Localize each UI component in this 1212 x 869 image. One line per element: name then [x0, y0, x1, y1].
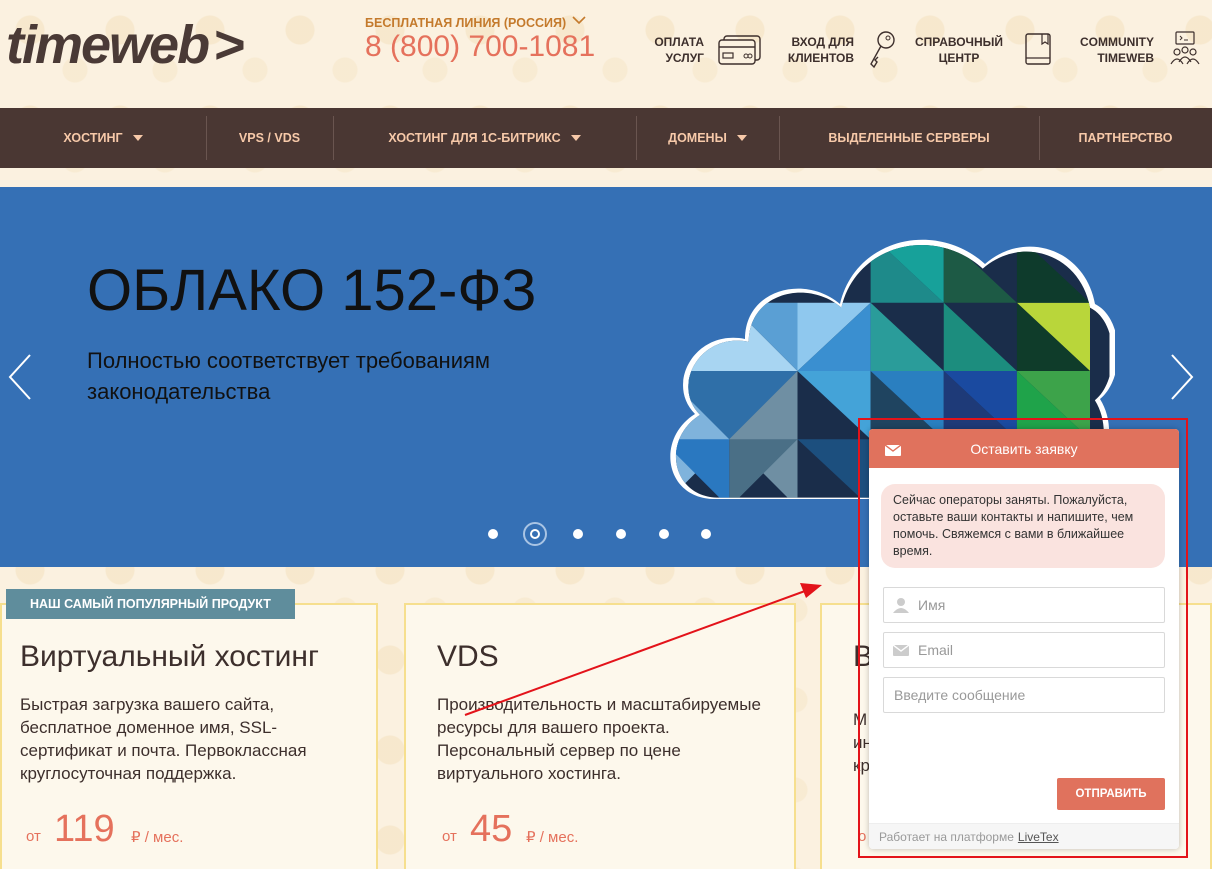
user-icon [884, 597, 918, 613]
name-field[interactable]: Имя [883, 587, 1165, 623]
header-link-community[interactable]: COMMUNITY TIMEWEB [1066, 34, 1154, 66]
price-value: 119 [54, 808, 115, 850]
community-icon[interactable] [1168, 30, 1202, 75]
price-unit: ₽ / мес. [526, 829, 579, 846]
slider-dot-active[interactable] [523, 522, 547, 546]
header-link-payment[interactable]: ОПЛАТА УСЛУГ [638, 34, 704, 66]
chat-title: Оставить заявку [970, 440, 1078, 457]
card-description: Производительность и масштабируемые ресу… [437, 695, 761, 783]
chat-header[interactable]: Оставить заявку [869, 429, 1179, 468]
credit-card-icon[interactable] [718, 34, 762, 71]
slider-dot[interactable] [701, 529, 711, 539]
caret-down-icon [736, 135, 747, 141]
nav-item-bitrix[interactable]: ХОСТИНГ ДЛЯ 1С-БИТРИКС [333, 108, 636, 168]
email-placeholder: Email [918, 642, 954, 658]
message-field[interactable]: Введите сообщение [883, 677, 1165, 713]
book-icon[interactable] [1024, 32, 1054, 73]
chat-message: Сейчас операторы заняты. Пожалуйста, ост… [881, 484, 1165, 568]
envelope-icon [884, 443, 902, 459]
main-nav: ХОСТИНГ VPS / VDS ХОСТИНГ ДЛЯ 1С-БИТРИКС… [0, 108, 1212, 168]
price-unit: ₽ / мес. [131, 829, 184, 846]
header-link-help[interactable]: СПРАВОЧНЫЙ ЦЕНТР [908, 34, 1010, 66]
nav-item-hosting[interactable]: ХОСТИНГ [0, 108, 206, 168]
caret-down-icon [570, 135, 581, 141]
card-description: Быстрая загрузка вашего сайта, бесплатно… [20, 695, 307, 783]
email-field[interactable]: Email [883, 632, 1165, 668]
footer-text: Работает на платформе [879, 829, 1014, 844]
price-from-label: от [442, 828, 457, 845]
name-placeholder: Имя [918, 597, 946, 613]
card-title[interactable]: VDS [437, 640, 499, 674]
price-value: 45 [470, 808, 513, 850]
nav-item-vps[interactable]: VPS / VDS [206, 108, 333, 168]
banner-subtitle: Полностью соответствует требованиям зако… [87, 348, 491, 404]
chat-footer: Работает на платформе LiveTex [869, 823, 1179, 849]
caret-down-icon [132, 135, 143, 141]
logo[interactable]: timeweb > [6, 14, 246, 76]
nav-item-domains[interactable]: ДОМЕНЫ [636, 108, 779, 168]
price-from-label: о [858, 828, 867, 845]
key-icon[interactable] [866, 30, 898, 75]
slider-next-arrow-icon[interactable] [1168, 353, 1196, 406]
slider-prev-arrow-icon[interactable] [6, 353, 34, 406]
nav-item-partners[interactable]: ПАРТНЕРСТВО [1039, 108, 1212, 168]
phone-number[interactable]: 8 (800) 700-1081 [365, 30, 595, 64]
hotline-label[interactable]: БЕСПЛАТНАЯ ЛИНИЯ (РОССИЯ) [365, 16, 566, 30]
price-from-label: от [26, 828, 41, 845]
message-placeholder: Введите сообщение [894, 687, 1026, 703]
slider-dot[interactable] [616, 529, 626, 539]
chevron-down-icon[interactable] [572, 12, 586, 30]
send-button[interactable]: ОТПРАВИТЬ [1057, 778, 1165, 810]
slider-dot[interactable] [573, 529, 583, 539]
slider-dot[interactable] [659, 529, 669, 539]
envelope-icon [884, 644, 918, 656]
header-link-login[interactable]: ВХОД ДЛЯ КЛИЕНТОВ [782, 34, 854, 66]
card-title[interactable]: Виртуальный хостинг [20, 640, 319, 674]
banner-title: ОБЛАКО 152-ФЗ [87, 258, 537, 323]
slider-dot[interactable] [488, 529, 498, 539]
nav-item-dedicated[interactable]: ВЫДЕЛЕННЫЕ СЕРВЕРЫ [779, 108, 1039, 168]
popular-badge: НАШ САМЫЙ ПОПУЛЯРНЫЙ ПРОДУКТ [6, 589, 295, 619]
chat-widget: Оставить заявку Сейчас операторы заняты.… [869, 429, 1179, 849]
site-header: timeweb > БЕСПЛАТНАЯ ЛИНИЯ (РОССИЯ) 8 (80… [0, 0, 1212, 108]
livetex-link[interactable]: LiveTex [1018, 830, 1059, 844]
